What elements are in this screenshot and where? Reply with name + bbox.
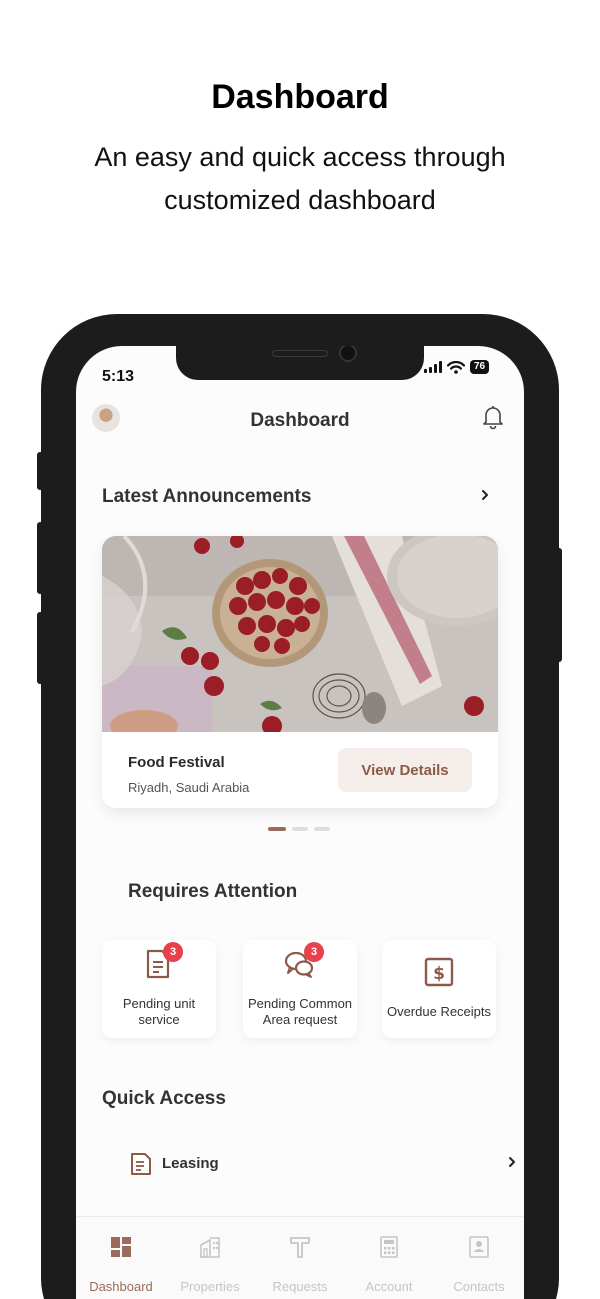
tab-account[interactable]: Account — [344, 1217, 434, 1299]
attention-overdue-receipts[interactable]: $ Overdue Receipts — [382, 940, 496, 1038]
quick-access-label: Leasing — [162, 1155, 219, 1172]
tab-dashboard[interactable]: Dashboard — [76, 1217, 166, 1299]
status-time: 5:13 — [102, 368, 135, 385]
carousel-dot-2[interactable] — [292, 827, 308, 831]
promo-title: Dashboard — [211, 78, 389, 116]
attention-pending-common-area[interactable]: 3 Pending Common Area request — [243, 940, 357, 1038]
announcement-card[interactable]: Food Festival Riyadh, Saudi Arabia View … — [102, 536, 498, 808]
tab-label: Account — [365, 1279, 413, 1294]
status-icons: 76 — [424, 360, 490, 374]
contact-card-icon — [469, 1236, 489, 1258]
phone-volume-up — [37, 522, 43, 594]
tab-label: Properties — [180, 1279, 240, 1294]
carousel-dot-3[interactable] — [314, 827, 330, 831]
carousel-dot-1[interactable] — [268, 827, 286, 831]
announcement-location: Riyadh, Saudi Arabia — [128, 780, 250, 795]
announcement-title: Food Festival — [128, 754, 225, 771]
phone-notch — [176, 346, 424, 380]
attention-label: Pending Common Area request — [247, 996, 353, 1027]
attention-label: Pending unit service — [122, 996, 196, 1027]
tab-label: Requests — [272, 1279, 328, 1294]
phone-screen: 5:13 76 Dashboard Latest Announcements F… — [76, 346, 524, 1299]
announcements-title: Latest Announcements — [102, 486, 312, 507]
attention-badge: 3 — [163, 942, 183, 962]
svg-text:$: $ — [433, 964, 445, 984]
calculator-icon — [380, 1236, 398, 1258]
wifi-icon — [447, 360, 465, 374]
dollar-receipt-icon: $ — [424, 957, 454, 987]
attention-label: Overdue Receipts — [386, 1004, 492, 1019]
attention-badge: 3 — [304, 942, 324, 962]
tab-label: Contacts — [453, 1279, 505, 1294]
dashboard-icon — [111, 1237, 131, 1257]
front-camera — [339, 346, 357, 362]
carousel-pagination — [268, 827, 330, 831]
battery-indicator: 76 — [470, 360, 490, 374]
bottom-tab-bar: Dashboard Properties Requests Account Co… — [76, 1216, 524, 1299]
building-icon — [200, 1237, 220, 1258]
hammer-icon — [290, 1237, 310, 1258]
bell-icon[interactable] — [481, 404, 505, 430]
quick-access-leasing[interactable]: Leasing — [130, 1152, 520, 1176]
tab-requests[interactable]: Requests — [255, 1217, 345, 1299]
tab-properties[interactable]: Properties — [165, 1217, 255, 1299]
view-details-button[interactable]: View Details — [338, 748, 472, 792]
promo-subtitle: An easy and quick access through customi… — [94, 142, 506, 215]
page-title: Dashboard — [250, 410, 350, 431]
chevron-right-icon[interactable] — [506, 1155, 518, 1169]
cellular-signal-icon — [424, 361, 442, 373]
phone-power-button — [556, 548, 562, 662]
quick-access-title: Quick Access — [102, 1088, 226, 1109]
speaker-grille — [272, 350, 328, 357]
tab-contacts[interactable]: Contacts — [434, 1217, 524, 1299]
phone-volume-down — [37, 612, 43, 684]
requires-attention-title: Requires Attention — [128, 881, 298, 902]
tab-label: Dashboard — [89, 1279, 153, 1294]
leasing-document-icon — [131, 1153, 151, 1175]
attention-pending-unit-service[interactable]: 3 Pending unit service — [102, 940, 216, 1038]
announcement-image — [102, 536, 498, 732]
announcements-more-chevron-icon[interactable] — [479, 488, 491, 502]
phone-mute-switch — [37, 452, 43, 490]
